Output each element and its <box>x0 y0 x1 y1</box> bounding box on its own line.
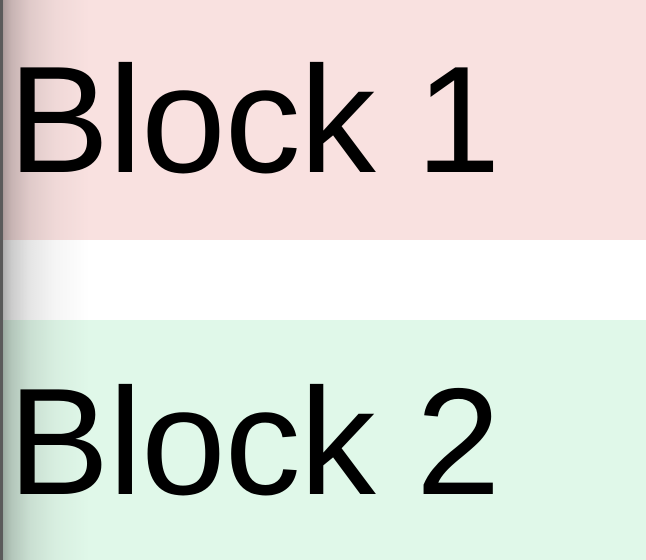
block-1-label: Block 1 <box>8 35 500 205</box>
block-2-label: Block 2 <box>8 357 500 527</box>
block-2: Block 2 <box>0 320 646 560</box>
scroll-viewport[interactable]: Block 1 Block 2 <box>0 0 646 560</box>
block-1: Block 1 <box>0 0 646 240</box>
